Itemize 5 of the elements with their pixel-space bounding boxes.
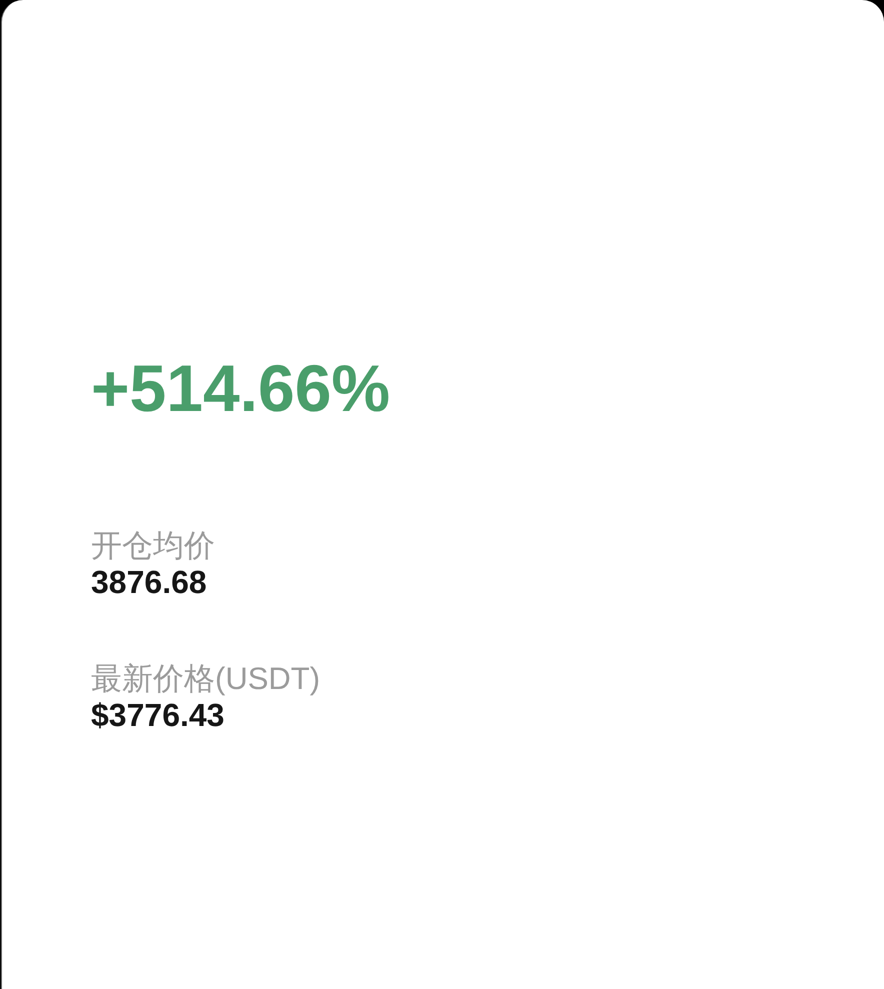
field-value: 3876.68 — [91, 564, 207, 601]
profit-percent: +514.66% — [91, 350, 390, 427]
field-value: $3776.43 — [91, 697, 224, 734]
field-label: 开仓均价 — [91, 528, 215, 564]
field-label: 最新价格(USDT) — [91, 661, 320, 697]
